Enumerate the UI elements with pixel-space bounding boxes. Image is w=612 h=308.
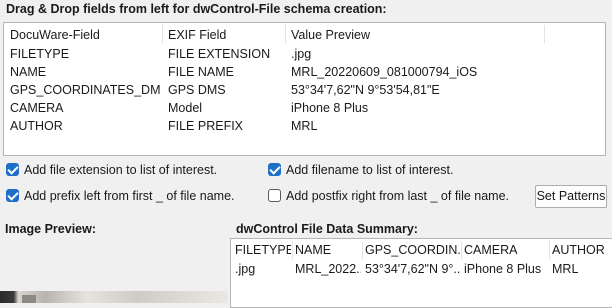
summary-list[interactable]: FILETYPE NAME GPS_COORDIN... CAMERA AUTH…: [230, 238, 612, 308]
table-row[interactable]: .jpg MRL_2022... 53°34'7,62"N 9°... iPho…: [231, 260, 612, 278]
column-header-exif-field[interactable]: EXIF Field: [168, 26, 280, 44]
add-extension-label[interactable]: Add file extension to list of interest.: [24, 161, 217, 179]
column-divider[interactable]: [292, 241, 293, 259]
filetype-cell: .jpg: [235, 262, 256, 276]
checkbox-checked-icon[interactable]: [268, 163, 281, 176]
docuware-field-cell: AUTHOR: [10, 119, 63, 133]
exif-field-cell: FILE EXTENSION: [168, 47, 271, 61]
column-divider[interactable]: [162, 25, 163, 43]
column-divider[interactable]: [549, 241, 550, 259]
value-preview-cell: MRL_20220609_081000794_iOS: [291, 65, 478, 79]
exif-field-cell: Model: [168, 101, 203, 115]
author-cell: MRL: [552, 262, 579, 276]
gps-cell: 53°34'7,62"N 9°...: [365, 262, 461, 276]
table-row[interactable]: NAME FILE NAME MRL_20220609_081000794_iO…: [4, 63, 605, 81]
table-row[interactable]: GPS_COORDINATES_DMS GPS DMS 53°34'7,62"N…: [4, 81, 605, 99]
list-header: DocuWare-Field EXIF Field Value Preview: [4, 26, 605, 44]
column-divider[interactable]: [461, 241, 462, 259]
column-header-name[interactable]: NAME: [295, 241, 361, 259]
add-prefix-label[interactable]: Add prefix left from first _ of file nam…: [24, 187, 235, 205]
value-preview-cell: MRL: [291, 119, 318, 133]
add-postfix-label[interactable]: Add postfix right from last _ of file na…: [286, 187, 509, 205]
column-header-camera[interactable]: CAMERA: [464, 241, 548, 259]
column-header-filetype[interactable]: FILETYPE: [235, 241, 291, 259]
name-cell: MRL_2022...: [295, 262, 361, 276]
column-header-gps[interactable]: GPS_COORDIN...: [365, 241, 461, 259]
column-divider[interactable]: [544, 25, 545, 43]
camera-cell: iPhone 8 Plus: [464, 262, 542, 276]
add-filename-label[interactable]: Add filename to list of interest.: [286, 161, 453, 179]
list-header: FILETYPE NAME GPS_COORDIN... CAMERA AUTH…: [231, 241, 612, 259]
exif-field-cell: FILE NAME: [168, 65, 234, 79]
column-header-docuware-field[interactable]: DocuWare-Field: [10, 26, 160, 44]
checkbox-checked-icon[interactable]: [6, 189, 19, 202]
set-patterns-button[interactable]: Set Patterns: [535, 185, 607, 208]
column-divider[interactable]: [362, 241, 363, 259]
docuware-field-cell: CAMERA: [10, 101, 64, 115]
value-preview-cell: iPhone 8 Plus: [291, 101, 369, 115]
docuware-field-cell: GPS_COORDINATES_DMS: [10, 83, 160, 97]
column-header-value-preview[interactable]: Value Preview: [291, 26, 541, 44]
exif-field-cell: FILE PREFIX: [168, 119, 244, 133]
table-row[interactable]: AUTHOR FILE PREFIX MRL: [4, 117, 605, 135]
table-row[interactable]: CAMERA Model iPhone 8 Plus: [4, 99, 605, 117]
table-row[interactable]: FILETYPE FILE EXTENSION .jpg: [4, 45, 605, 63]
checkbox-unchecked-icon[interactable]: [268, 189, 281, 202]
checkbox-checked-icon[interactable]: [6, 163, 19, 176]
docuware-field-cell: NAME: [10, 65, 47, 79]
column-divider[interactable]: [285, 25, 286, 43]
exif-field-cell: GPS DMS: [168, 83, 226, 97]
image-preview-thumbnail: [0, 291, 228, 303]
schema-heading: Drag & Drop fields from left for dwContr…: [6, 2, 387, 16]
docuware-field-cell: FILETYPE: [10, 47, 70, 61]
column-header-author[interactable]: AUTHOR: [552, 241, 610, 259]
value-preview-cell: 53°34'7,62"N 9°53'54,81"E: [291, 83, 440, 97]
image-preview-heading: Image Preview:: [5, 222, 97, 236]
summary-heading: dwControl File Data Summary:: [236, 222, 418, 236]
field-mapping-list[interactable]: DocuWare-Field EXIF Field Value Preview …: [3, 22, 606, 156]
value-preview-cell: .jpg: [291, 47, 312, 61]
